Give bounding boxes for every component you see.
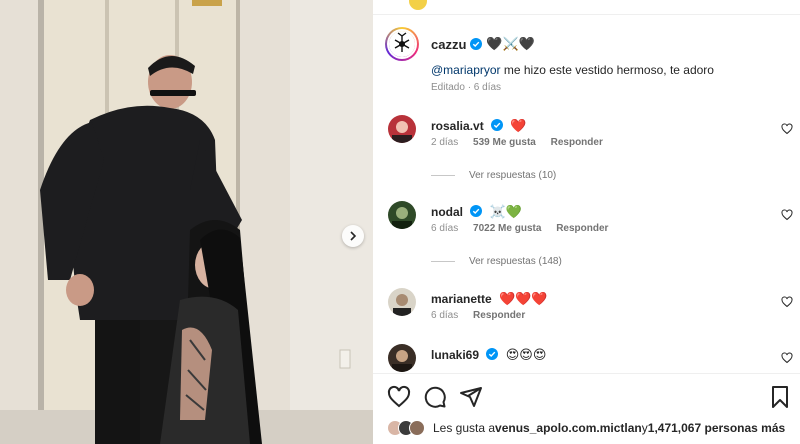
heart-icon[interactable] bbox=[781, 209, 793, 221]
likes-summary: Les gusta a venus_apolo.com.mictlan y 1,… bbox=[387, 420, 785, 436]
next-photo-button[interactable] bbox=[342, 225, 364, 247]
commenter-avatar[interactable] bbox=[388, 288, 416, 316]
view-replies-button[interactable]: Ver respuestas (10) bbox=[431, 170, 556, 181]
view-replies-label: Ver respuestas (10) bbox=[469, 170, 557, 181]
chevron-right-icon bbox=[350, 231, 357, 241]
verified-icon bbox=[470, 38, 483, 50]
post-details-panel: cazzu 🖤⚔️🖤 @mariapryor me hizo este vest… bbox=[373, 0, 800, 444]
author-emojis: 🖤⚔️🖤 bbox=[486, 36, 535, 51]
post-caption: @mariapryor me hizo este vestido hermoso… bbox=[431, 62, 791, 78]
verified-icon bbox=[491, 119, 504, 131]
verified-icon bbox=[470, 205, 483, 217]
actions-divider bbox=[373, 373, 800, 374]
likes-prefix: Les gusta a bbox=[433, 421, 496, 435]
reply-button[interactable]: Responder bbox=[556, 223, 608, 234]
photo-illustration bbox=[0, 0, 373, 444]
reply-button[interactable]: Responder bbox=[551, 137, 603, 148]
commenter-username[interactable]: rosalia.vt bbox=[431, 119, 484, 133]
comment-age: 2 días bbox=[431, 137, 459, 148]
heart-icon[interactable] bbox=[781, 296, 793, 308]
author-username[interactable]: cazzu bbox=[431, 37, 466, 52]
caption-text: me hizo este vestido hermoso, te adoro bbox=[500, 63, 714, 77]
heart-icon[interactable] bbox=[781, 352, 793, 364]
comment-icon[interactable] bbox=[423, 385, 447, 409]
commenter-avatar[interactable] bbox=[388, 344, 416, 372]
commenter-username[interactable]: marianette bbox=[431, 292, 492, 306]
comment-text: ❤️ bbox=[510, 118, 527, 133]
comment-age: 6 días bbox=[431, 223, 459, 234]
heart-icon[interactable] bbox=[387, 385, 411, 409]
comment-text: 😍😍😍 bbox=[505, 347, 547, 362]
commenter-username[interactable]: nodal bbox=[431, 205, 463, 219]
commenter-username[interactable]: lunaki69 bbox=[431, 348, 479, 362]
share-icon[interactable] bbox=[459, 385, 483, 409]
post-photo[interactable] bbox=[0, 0, 373, 444]
action-bar bbox=[387, 385, 792, 409]
liker-avatars[interactable] bbox=[387, 420, 425, 436]
likes-user[interactable]: venus_apolo.com.mictlan bbox=[495, 421, 642, 435]
post-header: cazzu 🖤⚔️🖤 bbox=[385, 26, 535, 62]
post-edited-meta: Editado · 6 días bbox=[431, 82, 502, 93]
top-strip bbox=[373, 0, 800, 15]
heart-icon[interactable] bbox=[781, 123, 793, 135]
view-replies-button[interactable]: Ver respuestas (148) bbox=[431, 256, 562, 267]
author-avatar[interactable] bbox=[385, 27, 419, 61]
comment-text: ❤️❤️❤️ bbox=[499, 291, 548, 306]
commenter-avatar[interactable] bbox=[388, 201, 416, 229]
view-replies-label: Ver respuestas (148) bbox=[469, 256, 562, 267]
comment-likes[interactable]: 7022 Me gusta bbox=[473, 223, 541, 234]
comment-age: 6 días bbox=[431, 310, 459, 321]
caption-mention[interactable]: @mariapryor bbox=[431, 63, 501, 77]
comment-likes[interactable]: 539 Me gusta bbox=[473, 137, 536, 148]
verified-icon bbox=[486, 348, 499, 360]
commenter-avatar[interactable] bbox=[388, 115, 416, 143]
comment-text: ☠️💚 bbox=[489, 204, 523, 219]
likes-count[interactable]: 1,471,067 personas más bbox=[648, 421, 785, 435]
bookmark-icon[interactable] bbox=[768, 385, 792, 409]
reply-button[interactable]: Responder bbox=[473, 310, 525, 321]
